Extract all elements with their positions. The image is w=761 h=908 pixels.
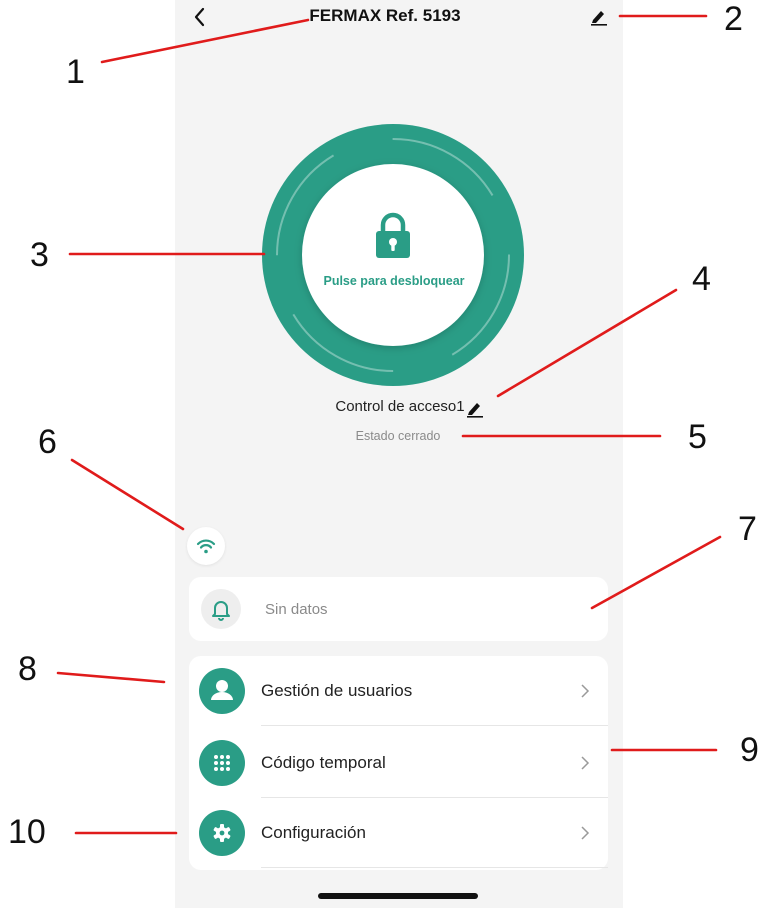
callout-number: 9 bbox=[740, 731, 759, 769]
callout-number: 8 bbox=[18, 650, 37, 688]
callout-line-1 bbox=[100, 18, 310, 64]
callout-number: 1 bbox=[66, 53, 85, 91]
callout-number: 3 bbox=[30, 236, 49, 274]
callout-number: 6 bbox=[38, 423, 57, 461]
callout-number: 2 bbox=[724, 0, 743, 38]
callout-number: 10 bbox=[8, 813, 46, 851]
callout-number: 5 bbox=[688, 418, 707, 456]
callout-line-7 bbox=[590, 535, 722, 610]
callout-number: 4 bbox=[692, 260, 711, 298]
callout-line-6 bbox=[70, 458, 185, 531]
callout-number: 7 bbox=[738, 510, 757, 548]
callout-line-8 bbox=[56, 671, 166, 684]
callout-lines bbox=[56, 14, 722, 835]
callout-line-4 bbox=[496, 288, 678, 398]
